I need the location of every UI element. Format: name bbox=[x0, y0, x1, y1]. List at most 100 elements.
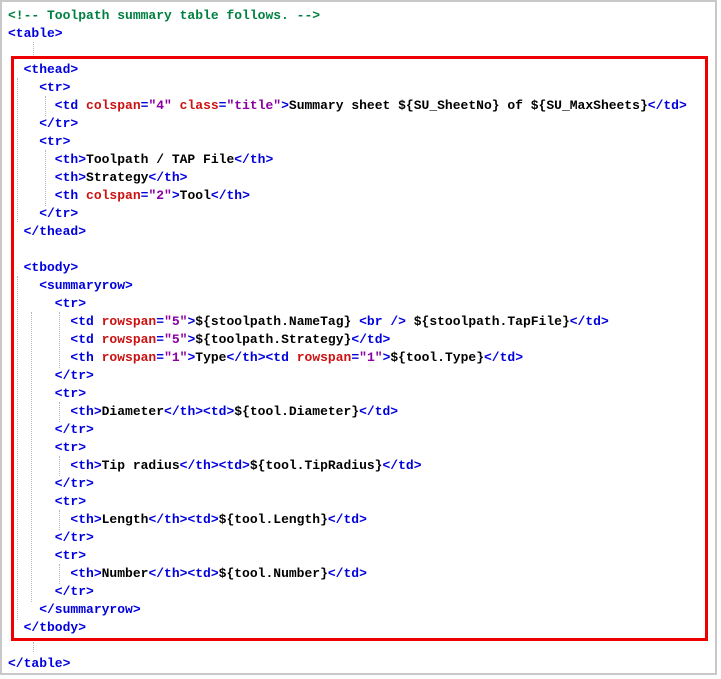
code-line: </tr> bbox=[8, 205, 687, 223]
code-line: </tbody> bbox=[8, 619, 687, 637]
code-token-tg: <th> bbox=[8, 566, 102, 581]
code-token-vl: "5" bbox=[164, 314, 188, 329]
code-token-tg: </tr> bbox=[8, 116, 79, 131]
code-token-tg: = bbox=[156, 350, 165, 365]
code-line: <th>Length</th><td>${tool.Length}</td> bbox=[8, 511, 687, 529]
code-token-tg: </td> bbox=[327, 512, 367, 527]
code-token-tg: </th><td> bbox=[164, 404, 235, 419]
code-line: <th>Number</th><td>${tool.Number}</td> bbox=[8, 565, 687, 583]
code-line: <th>Toolpath / TAP File</th> bbox=[8, 151, 687, 169]
code-token-tg: </th><td> bbox=[148, 566, 219, 581]
code-token-tg: <table> bbox=[8, 26, 63, 41]
code-token-tg: </th><td> bbox=[179, 458, 250, 473]
code-token-tg: </tr> bbox=[8, 584, 94, 599]
code-token-tg: </td> bbox=[484, 350, 524, 365]
code-token-tg: <thead> bbox=[8, 62, 79, 77]
code-token-at: rowspan bbox=[93, 332, 157, 347]
code-token-tg: <tr> bbox=[8, 134, 71, 149]
code-token-tg: </th> bbox=[148, 170, 188, 185]
code-token-tx: ${stoolpath.NameTag} bbox=[195, 314, 360, 329]
code-token-tg: <th> bbox=[8, 152, 87, 167]
code-token-tx: Type bbox=[195, 350, 227, 365]
code-token-tg: </td> bbox=[359, 404, 399, 419]
code-token-vl: "4" bbox=[148, 98, 172, 113]
code-token-tg: <th> bbox=[8, 404, 102, 419]
code-line: </tr> bbox=[8, 421, 687, 439]
code-token-tg: <summaryrow> bbox=[8, 278, 133, 293]
code-token-at: rowspan bbox=[288, 350, 352, 365]
code-token-tg: <th> bbox=[8, 512, 102, 527]
code-token-at: rowspan bbox=[93, 350, 157, 365]
code-token-tg: </th> bbox=[234, 152, 274, 167]
code-line: <th rowspan="1">Type</th><td rowspan="1"… bbox=[8, 349, 687, 367]
code-token-tx: ${tool.Diameter} bbox=[234, 404, 360, 419]
code-token-tg: </th><td> bbox=[148, 512, 219, 527]
code-token-tx: Strategy bbox=[86, 170, 149, 185]
code-token-tg: = bbox=[156, 314, 165, 329]
code-line: <th>Diameter</th><td>${tool.Diameter}</t… bbox=[8, 403, 687, 421]
code-token-tx: Diameter bbox=[101, 404, 165, 419]
code-token-tg: = bbox=[351, 350, 360, 365]
code-token-tx: ${tool.TipRadius} bbox=[249, 458, 383, 473]
code-line: <tr> bbox=[8, 295, 687, 313]
code-token-tg: <tr> bbox=[8, 494, 87, 509]
code-token-tg: <th bbox=[8, 188, 79, 203]
code-token-at: rowspan bbox=[93, 314, 157, 329]
code-token-tg: </td> bbox=[327, 566, 367, 581]
code-token-tg: <th> bbox=[8, 170, 87, 185]
code-token-tg: </tr> bbox=[8, 206, 79, 221]
code-token-vl: "title" bbox=[226, 98, 282, 113]
code-token-tg: <td bbox=[8, 314, 94, 329]
code-token-tg: </thead> bbox=[8, 224, 87, 239]
code-line: <!-- Toolpath summary table follows. --> bbox=[8, 7, 687, 25]
code-token-tg: </td> bbox=[647, 98, 687, 113]
code-line: <td rowspan="5">${stoolpath.NameTag} <br… bbox=[8, 313, 687, 331]
code-token-tx: ${toolpath.Strategy} bbox=[195, 332, 352, 347]
code-token-tx: ${tool.Type} bbox=[390, 350, 484, 365]
code-token-vl: "1" bbox=[359, 350, 383, 365]
code-token-tg: <th> bbox=[8, 458, 102, 473]
code-token-tg: > bbox=[171, 188, 180, 203]
code-line: <tr> bbox=[8, 547, 687, 565]
code-line: <tr> bbox=[8, 439, 687, 457]
code-token-tx: Tip radius bbox=[101, 458, 180, 473]
code-line: </tr> bbox=[8, 475, 687, 493]
code-token-tg: = bbox=[156, 332, 165, 347]
code-line: <summaryrow> bbox=[8, 277, 687, 295]
code-token-tg: <tr> bbox=[8, 440, 87, 455]
code-token-tx: Length bbox=[101, 512, 149, 527]
code-token-tg: <tbody> bbox=[8, 260, 79, 275]
code-line: </thead> bbox=[8, 223, 687, 241]
code-token-vl: "1" bbox=[164, 350, 188, 365]
code-line: <tr> bbox=[8, 133, 687, 151]
code-line: </table> bbox=[8, 655, 687, 673]
code-token-vl: "5" bbox=[164, 332, 188, 347]
code-token-tg: <td bbox=[8, 98, 79, 113]
code-token-at: colspan bbox=[78, 98, 141, 113]
code-line: <td colspan="4" class="title">Summary sh… bbox=[8, 97, 687, 115]
code-token-tg: </tbody> bbox=[8, 620, 87, 635]
code-token-tg: <tr> bbox=[8, 386, 87, 401]
code-token-tg: > bbox=[281, 98, 289, 113]
code-token-at: class bbox=[171, 98, 219, 113]
code-token-vl: "2" bbox=[148, 188, 172, 203]
code-line: <tr> bbox=[8, 493, 687, 511]
code-token-tg: </summaryrow> bbox=[8, 602, 141, 617]
code-line: <th>Tip radius</th><td>${tool.TipRadius}… bbox=[8, 457, 687, 475]
code-token-tg: </tr> bbox=[8, 368, 94, 383]
code-token-tg: </tr> bbox=[8, 530, 94, 545]
code-line: </summaryrow> bbox=[8, 601, 687, 619]
code-token-tg: </th> bbox=[210, 188, 250, 203]
code-line: <tbody> bbox=[8, 259, 687, 277]
code-token-tg: <tr> bbox=[8, 548, 87, 563]
code-line: <th colspan="2">Tool</th> bbox=[8, 187, 687, 205]
code-token-tx: Number bbox=[101, 566, 149, 581]
code-line: <thead> bbox=[8, 61, 687, 79]
code-token-tg: </td> bbox=[569, 314, 609, 329]
code-token-tg: </th><td bbox=[226, 350, 289, 365]
code-token-tx: ${stoolpath.TapFile} bbox=[405, 314, 570, 329]
code-block: <!-- Toolpath summary table follows. -->… bbox=[8, 7, 687, 673]
code-line: </tr> bbox=[8, 367, 687, 385]
